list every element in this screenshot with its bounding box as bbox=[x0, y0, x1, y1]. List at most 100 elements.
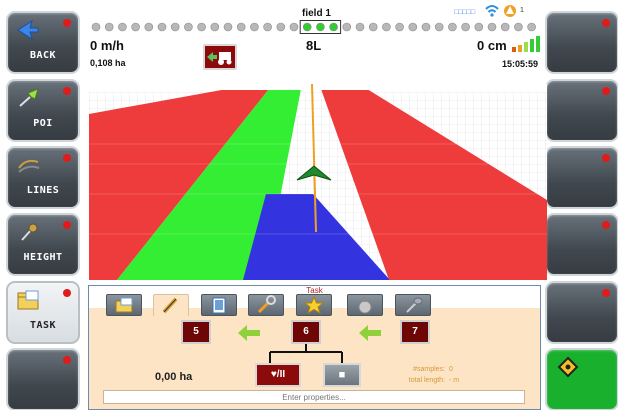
status-dot bbox=[63, 154, 71, 162]
lightbar-dot bbox=[355, 22, 365, 32]
status-dot bbox=[602, 221, 610, 229]
lightbar-dot bbox=[474, 22, 484, 32]
tab-star[interactable] bbox=[296, 294, 332, 316]
poi-pin-icon bbox=[19, 88, 39, 107]
empty-left-button[interactable] bbox=[6, 348, 80, 410]
lightbar-dot bbox=[276, 22, 286, 32]
tab-garlic[interactable] bbox=[347, 294, 383, 316]
lightbar-dot bbox=[223, 22, 233, 32]
lightbar-dot bbox=[461, 22, 470, 32]
lightbar-dot bbox=[104, 22, 114, 32]
back-arrow-icon bbox=[17, 19, 39, 41]
shovel-icon bbox=[406, 297, 423, 313]
task-folder-icon bbox=[17, 290, 39, 310]
tab-pencil[interactable] bbox=[153, 294, 189, 316]
lightbar-dot bbox=[342, 22, 352, 32]
status-dot bbox=[602, 87, 610, 95]
poi-button-label: POI bbox=[33, 118, 53, 129]
task-button-label: TASK bbox=[29, 320, 57, 331]
wrench-icon bbox=[257, 295, 276, 314]
back-button[interactable]: BACK bbox=[6, 11, 80, 74]
lightbar-dot-active bbox=[329, 22, 338, 32]
star-icon bbox=[303, 295, 325, 315]
notepad-icon bbox=[212, 297, 226, 314]
lightbar-dot bbox=[448, 22, 457, 32]
lines-icon bbox=[18, 159, 40, 173]
lightbar-dot bbox=[514, 22, 523, 32]
lightbar-dot bbox=[144, 22, 154, 32]
height-icon bbox=[21, 223, 38, 241]
lightbar-dot bbox=[421, 22, 431, 32]
mode-button[interactable] bbox=[545, 348, 618, 410]
lightbar-dot bbox=[131, 22, 140, 32]
lines-button[interactable]: LINES bbox=[6, 146, 80, 209]
lightbar-dot-active bbox=[316, 22, 325, 32]
folder-icon bbox=[115, 297, 133, 313]
vehicle-toggle-button[interactable] bbox=[203, 44, 237, 70]
section-label: 8L bbox=[306, 38, 322, 53]
lightbar-dot bbox=[197, 22, 206, 32]
status-dot bbox=[63, 356, 71, 364]
lightbar-dot bbox=[500, 22, 510, 32]
area-value: 0,108 ha bbox=[90, 58, 126, 68]
satellite-count: 1 bbox=[520, 7, 524, 14]
status-dot bbox=[602, 19, 610, 27]
clock: 15:05:59 bbox=[502, 59, 539, 69]
lines-button-label: LINES bbox=[26, 185, 60, 196]
poi-button[interactable]: POI bbox=[6, 79, 80, 142]
task-area-value: 0,00 ha bbox=[155, 371, 193, 383]
signal-bars-icon bbox=[512, 36, 540, 52]
tab-notepad[interactable] bbox=[201, 294, 237, 316]
lightbar-dot bbox=[408, 22, 418, 32]
node-5[interactable]: 5 bbox=[181, 320, 211, 344]
status-bar: field 1 0 m/h 0,108 ha 8L 0 cm 15:05:59 … bbox=[84, 0, 544, 78]
tab-wrench[interactable] bbox=[248, 294, 284, 316]
field-name: field 1 bbox=[302, 8, 331, 19]
lightbar-dot bbox=[263, 22, 272, 32]
task-button[interactable]: TASK bbox=[6, 281, 80, 344]
lightbar-dot bbox=[157, 22, 167, 32]
tractor-icon bbox=[207, 52, 232, 65]
green-arrow-left-icon bbox=[359, 325, 381, 341]
lightbar-dot bbox=[236, 22, 246, 32]
right-button-3[interactable] bbox=[545, 146, 618, 209]
tab-folder[interactable] bbox=[106, 294, 142, 316]
height-button-label: HEIGHT bbox=[23, 252, 63, 263]
tab-shovel[interactable] bbox=[395, 294, 431, 316]
field-view[interactable] bbox=[89, 84, 547, 280]
properties-input[interactable] bbox=[103, 390, 525, 404]
record-pause-button[interactable]: ♥/II bbox=[255, 363, 301, 387]
lightbar-dot bbox=[289, 22, 299, 32]
lightbar-dot bbox=[527, 22, 536, 32]
right-button-5[interactable] bbox=[545, 281, 618, 344]
lightbar-dot bbox=[382, 22, 391, 32]
status-dot bbox=[602, 154, 610, 162]
length-label: total length: bbox=[408, 377, 445, 384]
back-button-label: BACK bbox=[29, 50, 57, 61]
lightbar-dot-active bbox=[302, 22, 312, 32]
lightbar-dot bbox=[170, 22, 180, 32]
right-button-2[interactable] bbox=[545, 79, 618, 142]
wifi-icon bbox=[485, 5, 499, 17]
lightbar-dot bbox=[91, 22, 101, 32]
lightbar-dot bbox=[368, 22, 378, 32]
satellite-icon bbox=[504, 5, 516, 17]
lightbar-dot bbox=[118, 22, 127, 32]
node-6[interactable]: 6 bbox=[291, 320, 321, 344]
node-7[interactable]: 7 bbox=[400, 320, 430, 344]
right-button-1[interactable] bbox=[545, 11, 618, 74]
garlic-icon bbox=[358, 297, 372, 314]
gps-label: □□□□□ bbox=[454, 9, 476, 16]
stop-button[interactable]: ■ bbox=[323, 363, 361, 387]
lightbar bbox=[91, 20, 536, 34]
lightbar-dot bbox=[184, 22, 193, 32]
lightbar-dot bbox=[210, 22, 220, 32]
task-panel: Task 5 6 7 0,00 ha ♥/II ■ #samples: 0 to… bbox=[88, 285, 541, 410]
samples-value: 0 bbox=[449, 366, 453, 373]
offset-value: 0 cm bbox=[477, 38, 507, 53]
height-button[interactable]: HEIGHT bbox=[6, 213, 80, 276]
status-dot bbox=[63, 87, 71, 95]
right-button-4[interactable] bbox=[545, 213, 618, 276]
samples-label: #samples: bbox=[413, 366, 445, 373]
diamond-icon bbox=[557, 356, 579, 378]
